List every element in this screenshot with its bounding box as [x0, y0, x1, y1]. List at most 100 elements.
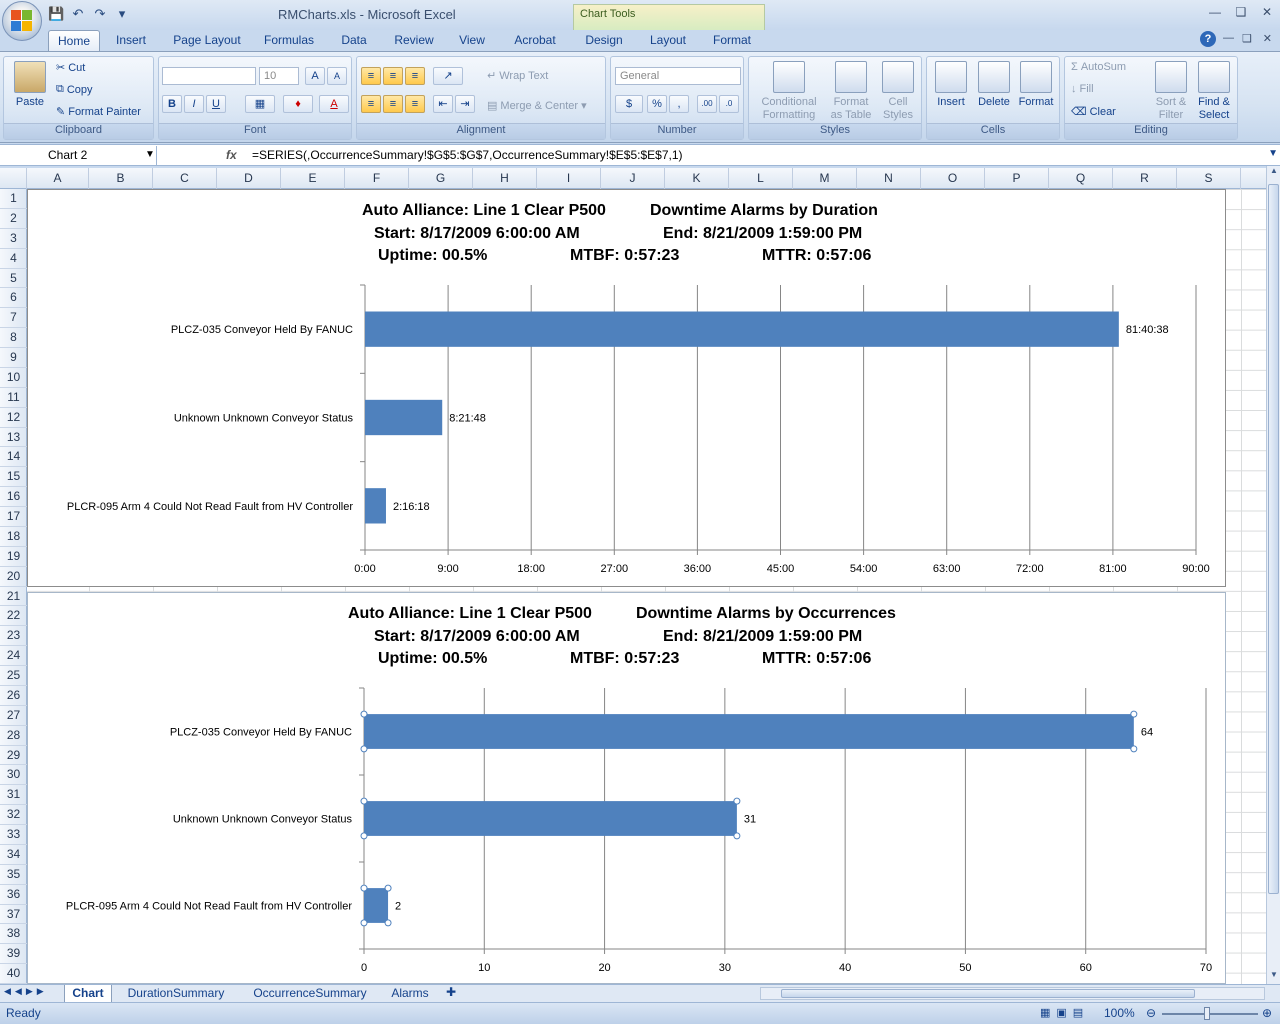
row-header-28[interactable]: 28: [0, 726, 27, 746]
delete-cells-button[interactable]: Delete: [973, 61, 1015, 109]
selection-handle[interactable]: [360, 919, 368, 927]
row-header-35[interactable]: 35: [0, 865, 27, 885]
selection-handle[interactable]: [360, 884, 368, 892]
tab-formulas[interactable]: Formulas: [260, 30, 318, 52]
row-header-30[interactable]: 30: [0, 765, 27, 786]
row-header-34[interactable]: 34: [0, 845, 27, 865]
name-box[interactable]: Chart 2: [1, 146, 157, 165]
cut-button[interactable]: ✂ Cut: [56, 61, 85, 75]
selection-handle[interactable]: [360, 710, 368, 718]
selection-handle[interactable]: [384, 884, 392, 892]
formula-input[interactable]: =SERIES(,OccurrenceSummary!$G$5:$G$7,Occ…: [252, 148, 683, 162]
expand-formula-bar-icon[interactable]: ▼: [1268, 148, 1278, 159]
sort-filter-button[interactable]: Sort & Filter: [1151, 61, 1191, 122]
horizontal-scrollbar[interactable]: [760, 987, 1265, 1000]
align-center-icon[interactable]: ≡: [383, 95, 403, 113]
align-left-icon[interactable]: ≡: [361, 95, 381, 113]
row-header-38[interactable]: 38: [0, 924, 27, 945]
underline-button[interactable]: U: [206, 95, 226, 113]
doc-close-icon[interactable]: ✕: [1263, 32, 1272, 45]
zoom-slider[interactable]: [1162, 1013, 1258, 1015]
font-name-dropdown[interactable]: [162, 67, 256, 85]
scroll-up-icon[interactable]: ▲: [1268, 166, 1280, 180]
doc-minimize-icon[interactable]: —: [1223, 32, 1234, 44]
row-header-39[interactable]: 39: [0, 944, 27, 965]
tab-acrobat[interactable]: Acrobat: [508, 30, 562, 52]
row-header-9[interactable]: 9: [0, 348, 27, 368]
bar[interactable]: [364, 714, 1134, 749]
column-header-n[interactable]: N: [857, 168, 921, 189]
name-box-dropdown-icon[interactable]: ▼: [145, 149, 155, 160]
column-header-r[interactable]: R: [1113, 168, 1177, 189]
row-header-36[interactable]: 36: [0, 885, 27, 905]
row-header-4[interactable]: 4: [0, 249, 27, 269]
row-header-7[interactable]: 7: [0, 308, 27, 329]
selection-handle[interactable]: [733, 832, 741, 840]
row-header-23[interactable]: 23: [0, 626, 27, 647]
tab-home[interactable]: Home: [48, 30, 100, 52]
align-right-icon[interactable]: ≡: [405, 95, 425, 113]
zoom-level[interactable]: 100%: [1104, 1006, 1135, 1020]
decrease-decimal-icon[interactable]: .0: [719, 95, 739, 113]
row-header-11[interactable]: 11: [0, 388, 27, 408]
column-header-b[interactable]: B: [89, 168, 153, 189]
clear-button[interactable]: ⌫ Clear: [1071, 105, 1116, 119]
row-header-37[interactable]: 37: [0, 905, 27, 925]
tab-design[interactable]: Design: [580, 30, 628, 52]
number-format-dropdown[interactable]: General: [615, 67, 741, 85]
sheet-tab-alarms[interactable]: Alarms: [386, 985, 434, 1003]
italic-button[interactable]: I: [184, 95, 204, 113]
selection-handle[interactable]: [1130, 745, 1138, 753]
wrap-text-button[interactable]: ↵ Wrap Text: [487, 69, 548, 83]
merge-center-button[interactable]: ▤ Merge & Center ▾: [487, 99, 587, 113]
column-header-q[interactable]: Q: [1049, 168, 1113, 189]
column-header-s[interactable]: S: [1177, 168, 1241, 189]
borders-icon[interactable]: ▦: [245, 95, 275, 113]
duration-chart[interactable]: Auto Alliance: Line 1 Clear P500 Downtim…: [27, 189, 1226, 587]
font-color-icon[interactable]: A: [319, 95, 349, 113]
row-header-31[interactable]: 31: [0, 785, 27, 806]
occurrence-chart[interactable]: Auto Alliance: Line 1 Clear P500 Downtim…: [27, 592, 1226, 984]
column-header-c[interactable]: C: [153, 168, 217, 189]
column-header-l[interactable]: L: [729, 168, 793, 189]
bar[interactable]: [364, 801, 737, 836]
currency-button[interactable]: $: [615, 95, 643, 113]
customize-qat-icon[interactable]: ▾: [114, 6, 130, 22]
insert-cells-button[interactable]: Insert: [931, 61, 971, 109]
help-icon[interactable]: ?: [1200, 31, 1216, 47]
row-header-25[interactable]: 25: [0, 666, 27, 686]
scroll-down-icon[interactable]: ▼: [1268, 970, 1280, 984]
format-as-table-button[interactable]: Format as Table: [825, 61, 877, 122]
tab-page-layout[interactable]: Page Layout: [170, 30, 244, 52]
row-header-5[interactable]: 5: [0, 269, 27, 289]
view-buttons-icon[interactable]: ▦▣▤: [1040, 1006, 1089, 1019]
column-header-j[interactable]: J: [601, 168, 665, 189]
row-header-18[interactable]: 18: [0, 527, 27, 547]
column-header-k[interactable]: K: [665, 168, 729, 189]
cell-styles-button[interactable]: Cell Styles: [877, 61, 919, 122]
tab-insert[interactable]: Insert: [110, 30, 152, 52]
column-header-m[interactable]: M: [793, 168, 857, 189]
row-header-14[interactable]: 14: [0, 447, 27, 468]
bar[interactable]: [364, 888, 389, 923]
paste-button[interactable]: Paste: [10, 61, 50, 109]
doc-restore-icon[interactable]: ❑: [1242, 32, 1252, 45]
selection-handle[interactable]: [360, 832, 368, 840]
bar[interactable]: [365, 399, 443, 436]
select-all-corner[interactable]: [0, 168, 27, 189]
row-header-32[interactable]: 32: [0, 805, 27, 825]
tab-view[interactable]: View: [452, 30, 492, 52]
align-top-icon[interactable]: ≡: [361, 67, 381, 85]
redo-icon[interactable]: ↷: [92, 6, 108, 22]
column-header-h[interactable]: H: [473, 168, 537, 189]
selection-handle[interactable]: [360, 797, 368, 805]
row-header-15[interactable]: 15: [0, 467, 27, 488]
orientation-icon[interactable]: ↗: [433, 67, 463, 85]
zoom-slider-thumb[interactable]: [1204, 1007, 1210, 1020]
column-header-g[interactable]: G: [409, 168, 473, 189]
row-header-33[interactable]: 33: [0, 825, 27, 845]
grow-font-button[interactable]: A: [305, 67, 325, 85]
row-header-19[interactable]: 19: [0, 547, 27, 567]
tab-review[interactable]: Review: [390, 30, 438, 52]
office-button[interactable]: [2, 1, 42, 41]
